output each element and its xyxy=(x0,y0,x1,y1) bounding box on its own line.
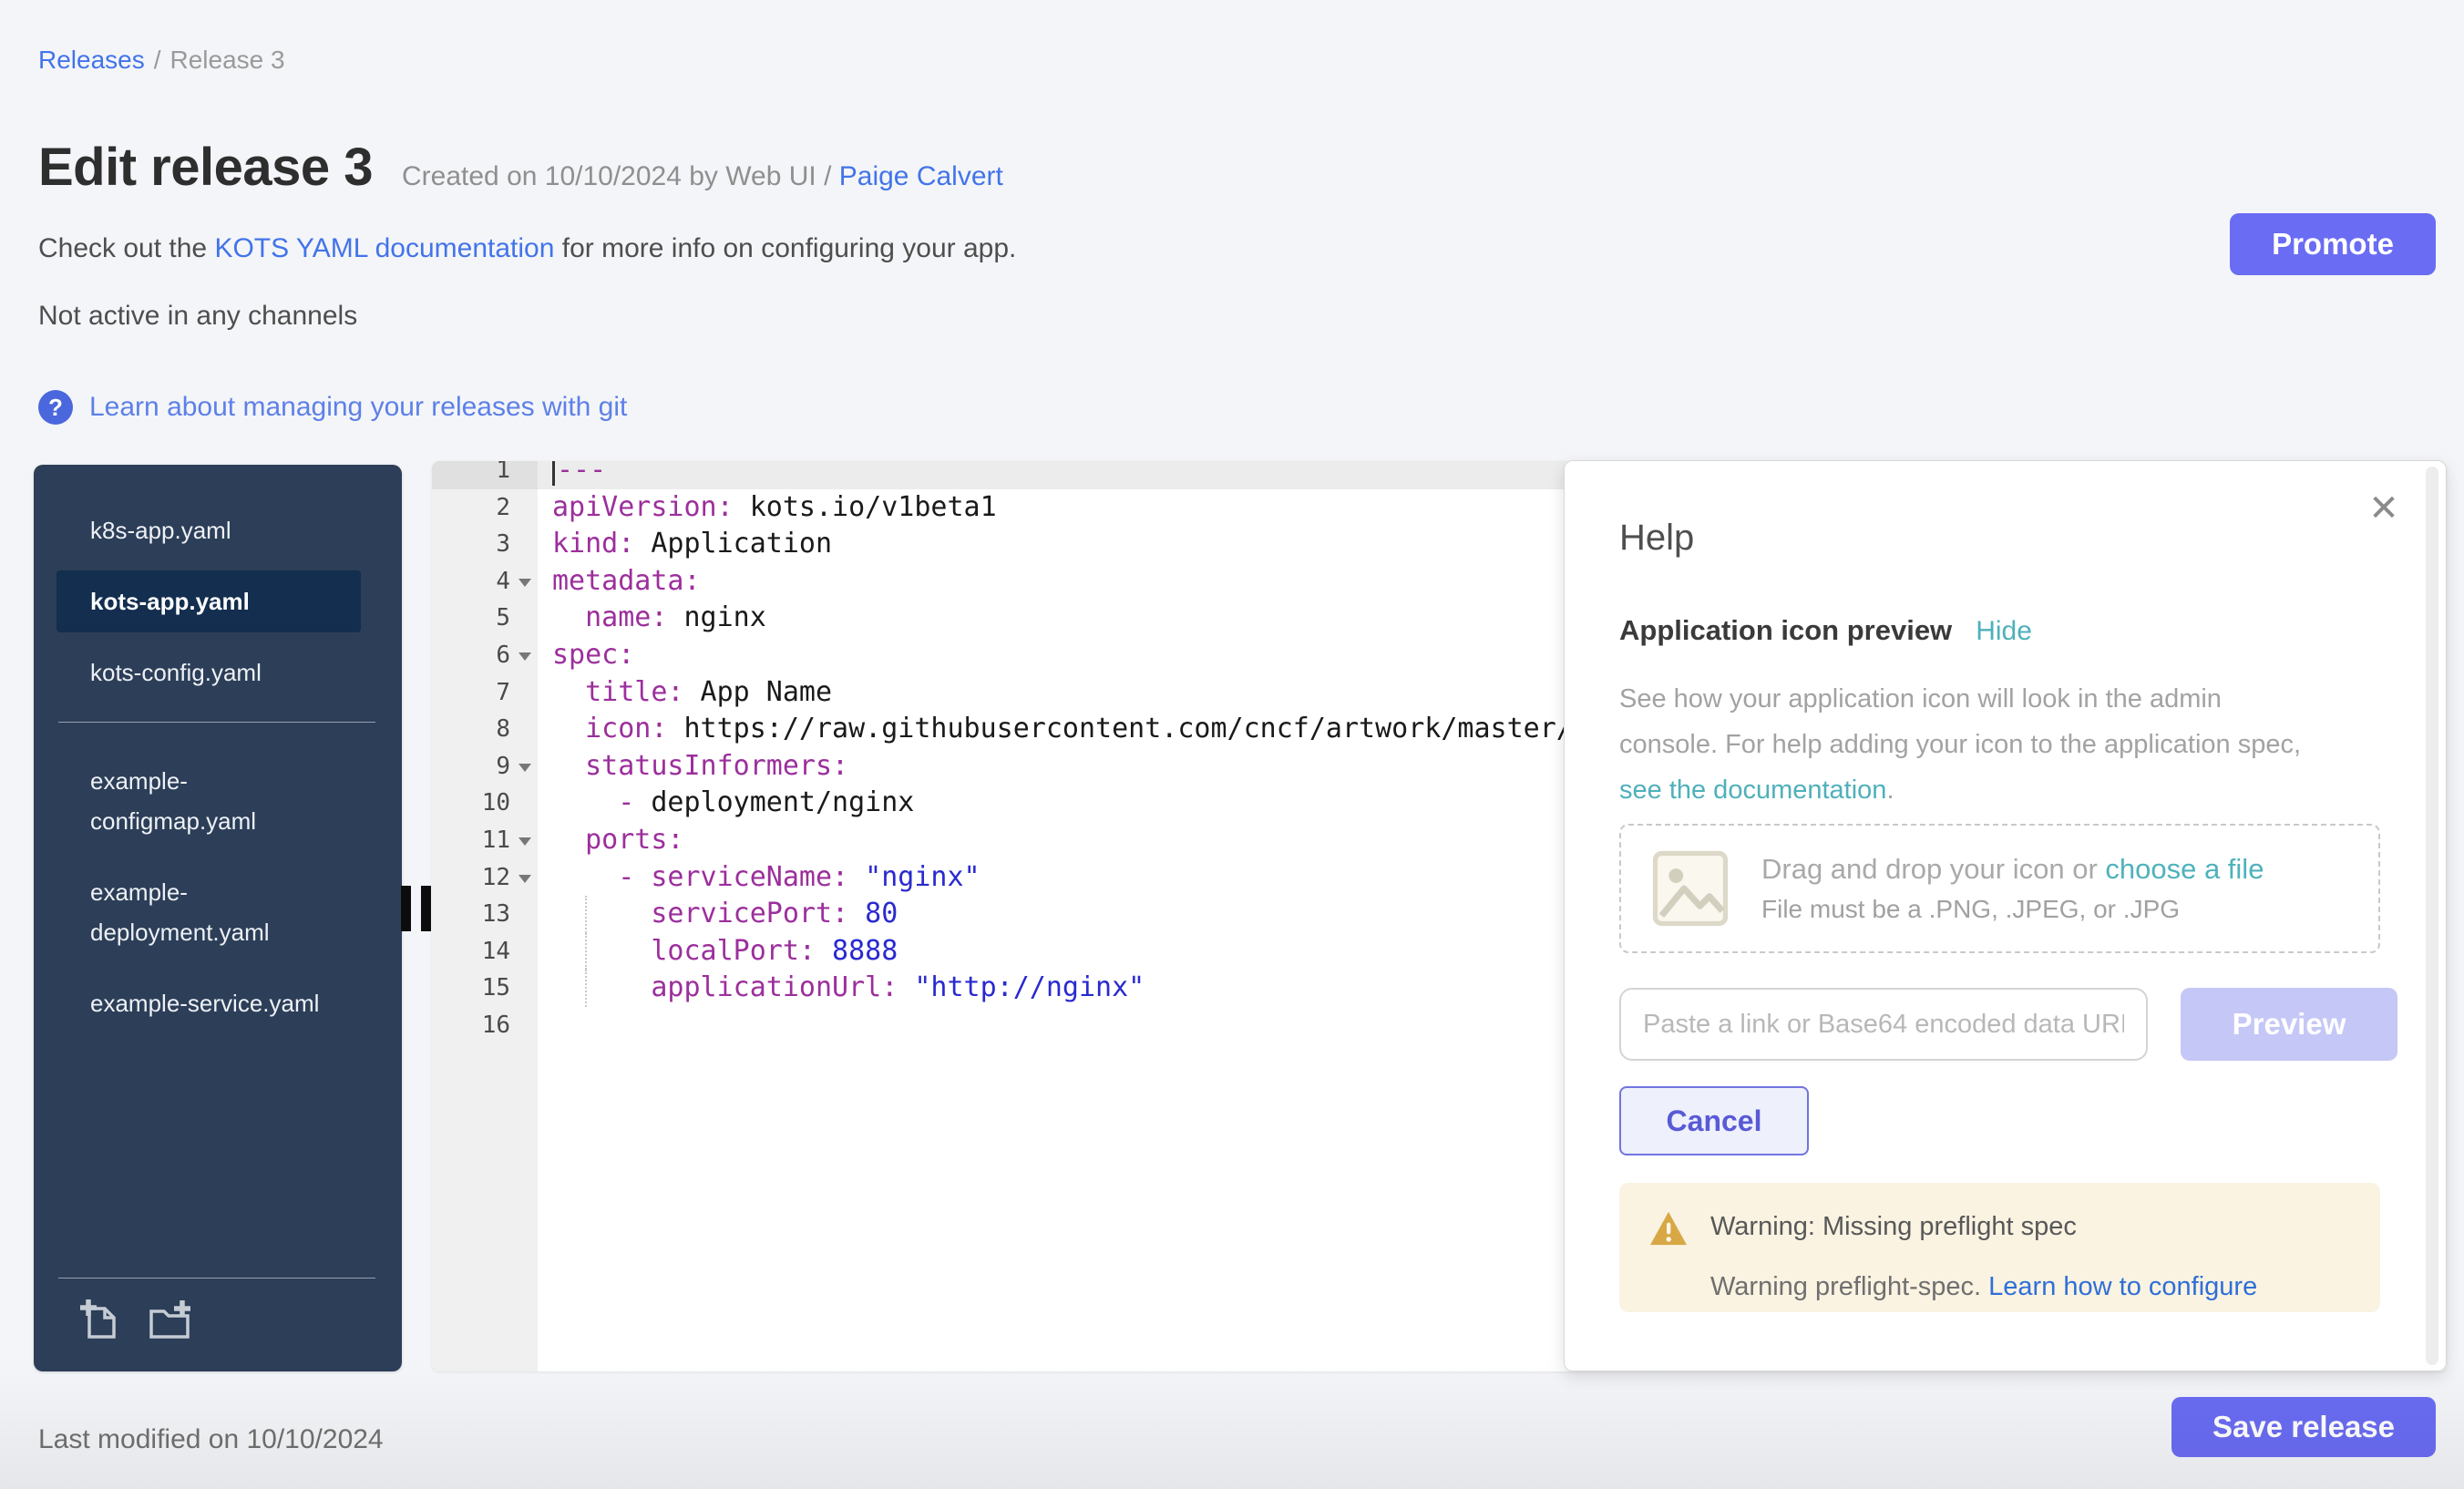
indent-guide xyxy=(585,970,587,1007)
git-help-row: ? Learn about managing your releases wit… xyxy=(38,390,627,425)
question-circle-icon: ? xyxy=(38,390,73,425)
fold-toggle-icon[interactable] xyxy=(518,837,531,846)
file-tab-example-deployment.yaml[interactable]: example-deployment.yaml xyxy=(56,861,361,963)
cancel-button[interactable]: Cancel xyxy=(1619,1086,1809,1155)
dropzone-text: Drag and drop your icon or choose a file… xyxy=(1761,853,2264,924)
breadcrumb-current: Release 3 xyxy=(170,46,285,74)
warning-detail-text: Warning preflight-spec. xyxy=(1710,1272,1988,1301)
file-tab-label: example-deployment.yaml xyxy=(90,872,338,952)
new-file-icon[interactable] xyxy=(77,1297,124,1344)
page-title: Edit release 3 xyxy=(38,137,373,198)
line-number: 2 xyxy=(432,489,538,527)
indent-guide xyxy=(585,896,587,933)
image-placeholder-icon xyxy=(1652,850,1729,927)
file-tab-kots-app.yaml[interactable]: kots-app.yaml xyxy=(56,570,361,632)
file-tab-label: example-service.yaml xyxy=(90,983,319,1023)
warning-icon xyxy=(1648,1210,1689,1247)
icon-dropzone[interactable]: Drag and drop your icon or choose a file… xyxy=(1619,824,2380,953)
file-tab-label: example-configmap.yaml xyxy=(90,761,338,841)
line-number: 9 xyxy=(432,748,538,786)
line-number: 5 xyxy=(432,600,538,637)
line-number: 1 xyxy=(432,461,538,489)
line-number: 13 xyxy=(432,896,538,933)
line-number: 4 xyxy=(432,563,538,601)
choose-file-link[interactable]: choose a file xyxy=(2105,853,2264,885)
learn-how-to-configure-link[interactable]: Learn how to configure xyxy=(1988,1272,2257,1301)
help-scrollbar[interactable] xyxy=(2426,467,2438,1365)
breadcrumb-separator: / xyxy=(154,46,161,74)
file-tab-label: k8s-app.yaml xyxy=(90,510,231,550)
line-number: 7 xyxy=(432,674,538,712)
kots-yaml-docs-link[interactable]: KOTS YAML documentation xyxy=(214,233,554,263)
hide-link[interactable]: Hide xyxy=(1976,616,2032,647)
file-groups: k8s-app.yaml kots-app.yaml kots-config.yam… xyxy=(34,465,402,1034)
promote-button[interactable]: Promote xyxy=(2230,213,2436,275)
text-cursor xyxy=(552,461,555,486)
dropzone-hint: File must be a .PNG, .JPEG, or .JPG xyxy=(1761,895,2264,924)
created-by-link[interactable]: Paige Calvert xyxy=(839,161,1003,191)
icon-preview-title: Application icon preview xyxy=(1619,614,1952,647)
line-number: 3 xyxy=(432,526,538,563)
icon-preview-section-header: Application icon preview Hide xyxy=(1619,614,2032,647)
preflight-warning-box: Warning: Missing preflight spec Warning … xyxy=(1619,1183,2380,1312)
sidebar-resize-handle-bar[interactable] xyxy=(421,886,431,931)
icon-url-input[interactable] xyxy=(1619,988,2148,1061)
fold-toggle-icon[interactable] xyxy=(518,652,531,661)
line-number: 6 xyxy=(432,637,538,674)
file-tab-kots-config.yaml[interactable]: kots-config.yaml xyxy=(56,642,361,703)
warning-detail: Warning preflight-spec. Learn how to con… xyxy=(1710,1272,2257,1302)
page-header: Edit release 3 Created on 10/10/2024 by … xyxy=(38,137,1003,198)
channel-status: Not active in any channels xyxy=(38,301,357,332)
breadcrumb: Releases / Release 3 xyxy=(38,46,285,75)
description-line: Check out the KOTS YAML documentation fo… xyxy=(38,233,1016,264)
warning-title: Warning: Missing preflight spec xyxy=(1710,1212,2077,1242)
file-group-divider xyxy=(58,722,375,723)
file-tab-k8s-app.yaml[interactable]: k8s-app.yaml xyxy=(56,499,361,561)
git-releases-link[interactable]: Learn about managing your releases with … xyxy=(89,392,627,423)
see-documentation-link[interactable]: see the documentation xyxy=(1619,775,1886,805)
breadcrumb-releases-link[interactable]: Releases xyxy=(38,46,145,74)
sidebar-resize-handle-bar[interactable] xyxy=(401,886,411,931)
created-info: Created on 10/10/2024 by Web UI / Paige … xyxy=(402,161,1003,192)
line-number: 15 xyxy=(432,970,538,1007)
line-number: 16 xyxy=(432,1007,538,1044)
help-panel-title: Help xyxy=(1619,518,1694,559)
icon-preview-description: See how your application icon will look … xyxy=(1619,676,2321,813)
file-tab-example-configmap.yaml[interactable]: example-configmap.yaml xyxy=(56,750,361,852)
fold-toggle-icon[interactable] xyxy=(518,579,531,587)
line-number: 11 xyxy=(432,822,538,859)
save-release-button[interactable]: Save release xyxy=(2171,1397,2436,1457)
file-tab-label: kots-app.yaml xyxy=(90,581,250,621)
line-number: 12 xyxy=(432,859,538,897)
file-tab-label: kots-config.yaml xyxy=(90,652,262,693)
fold-toggle-icon[interactable] xyxy=(518,875,531,883)
file-tab-example-service.yaml[interactable]: example-service.yaml xyxy=(56,972,361,1034)
line-number: 8 xyxy=(432,711,538,748)
description-post: for more info on configuring your app. xyxy=(554,233,1016,263)
preview-button[interactable]: Preview xyxy=(2181,988,2397,1061)
fold-toggle-icon[interactable] xyxy=(518,764,531,772)
help-panel: ✕ Help Application icon preview Hide See… xyxy=(1564,460,2447,1371)
indent-guide xyxy=(585,933,587,970)
last-modified-text: Last modified on 10/10/2024 xyxy=(38,1424,384,1455)
created-text: Created on 10/10/2024 by Web UI / xyxy=(402,161,831,191)
description-text: See how your application icon will look … xyxy=(1619,684,2301,759)
line-number: 14 xyxy=(432,933,538,970)
file-tree-sidebar: k8s-app.yaml kots-app.yaml kots-config.yam… xyxy=(34,465,402,1371)
dropzone-label: Drag and drop your icon or xyxy=(1761,853,2105,885)
line-number: 10 xyxy=(432,785,538,822)
sidebar-actions xyxy=(58,1278,375,1344)
description-period: . xyxy=(1886,775,1894,805)
close-icon[interactable]: ✕ xyxy=(2364,488,2404,529)
new-folder-icon[interactable] xyxy=(146,1297,193,1344)
description-pre: Check out the xyxy=(38,233,214,263)
